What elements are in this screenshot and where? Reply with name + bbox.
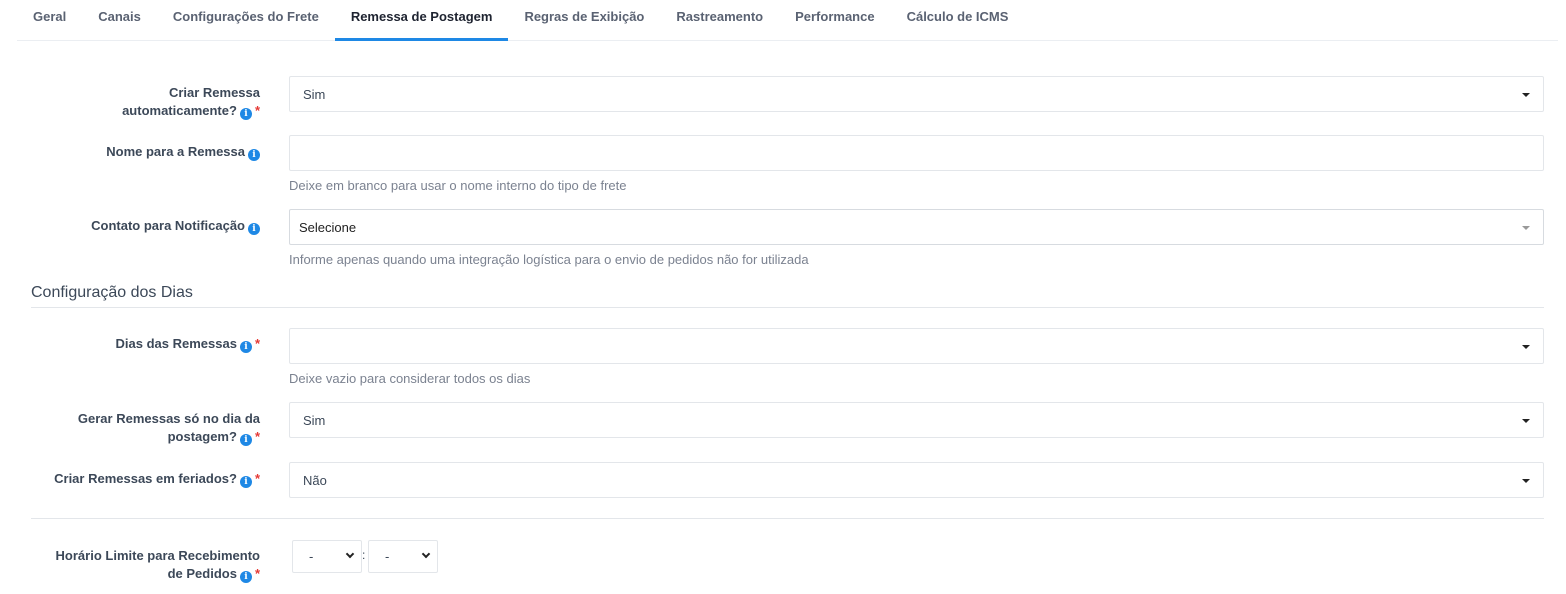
caret-down-icon xyxy=(1522,226,1530,230)
tab-remessa-postagem[interactable]: Remessa de Postagem xyxy=(334,0,509,41)
contato-notificacao-label: Contato para Notificação i xyxy=(91,217,260,235)
tab-bar: Geral Canais Configurações do Frete Reme… xyxy=(17,0,1558,41)
nome-remessa-label: Nome para a Remessa i xyxy=(106,143,260,161)
info-icon[interactable]: i xyxy=(248,149,260,161)
tab-configuracoes-frete[interactable]: Configurações do Frete xyxy=(157,0,335,40)
criar-remessa-label: Criar Remessa automaticamente? i * xyxy=(122,85,260,120)
feriados-label: Criar Remessas em feriados? i * xyxy=(54,471,260,488)
hour-select[interactable]: - xyxy=(292,540,362,573)
divider xyxy=(31,518,1544,519)
info-icon[interactable]: i xyxy=(239,571,252,583)
caret-down-icon xyxy=(1522,93,1530,97)
chevron-down-icon xyxy=(345,549,355,559)
dias-remessas-help: Deixe vazio para considerar todos os dia… xyxy=(289,371,531,386)
info-icon[interactable]: i xyxy=(248,223,260,235)
feriados-select[interactable]: Não xyxy=(289,462,1544,498)
tab-calculo-icms[interactable]: Cálculo de ICMS xyxy=(891,0,1025,40)
dias-remessas-select[interactable] xyxy=(289,328,1544,364)
caret-down-icon xyxy=(1522,419,1530,423)
required-mark: * xyxy=(254,103,260,118)
contato-notificacao-select[interactable]: Selecione xyxy=(289,209,1544,245)
criar-remessa-select[interactable]: Sim xyxy=(289,76,1544,112)
required-mark: * xyxy=(254,471,260,486)
info-icon[interactable]: i xyxy=(239,476,252,488)
required-mark: * xyxy=(254,429,260,444)
nome-remessa-input[interactable] xyxy=(289,135,1544,171)
info-icon[interactable]: i xyxy=(239,108,252,120)
info-icon[interactable]: i xyxy=(239,341,252,353)
minute-select[interactable]: - xyxy=(368,540,438,573)
info-icon[interactable]: i xyxy=(239,434,252,446)
required-mark: * xyxy=(254,336,260,351)
time-separator: : xyxy=(362,548,366,562)
tab-regras-exibicao[interactable]: Regras de Exibição xyxy=(508,0,660,40)
tab-canais[interactable]: Canais xyxy=(82,0,157,40)
contato-notificacao-help: Informe apenas quando uma integração log… xyxy=(289,252,809,267)
gerar-remessas-select[interactable]: Sim xyxy=(289,402,1544,438)
tab-performance[interactable]: Performance xyxy=(779,0,890,40)
chevron-down-icon xyxy=(421,549,431,559)
required-mark: * xyxy=(254,566,260,581)
gerar-remessas-label: Gerar Remessas só no dia da postagem? i * xyxy=(77,411,260,446)
section-title: Configuração dos Dias xyxy=(31,284,193,301)
horario-limite-label: Horário Limite para Recebimento de Pedid… xyxy=(55,548,260,583)
caret-down-icon xyxy=(1522,345,1530,349)
dias-remessas-label: Dias das Remessas i * xyxy=(115,336,260,353)
tab-geral[interactable]: Geral xyxy=(17,0,82,40)
nome-remessa-help: Deixe em branco para usar o nome interno… xyxy=(289,178,627,193)
section-divider xyxy=(31,307,1544,308)
caret-down-icon xyxy=(1522,479,1530,483)
tab-rastreamento[interactable]: Rastreamento xyxy=(660,0,779,40)
